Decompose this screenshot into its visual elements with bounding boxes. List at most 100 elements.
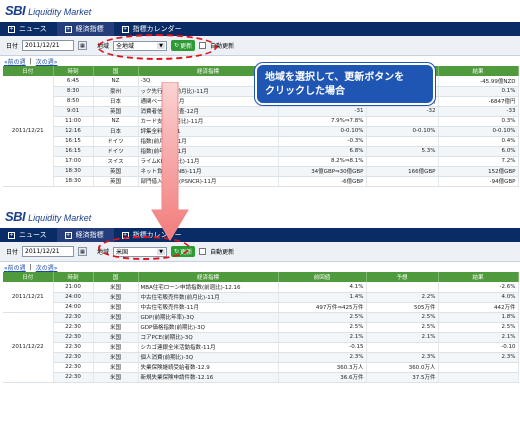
cell-result: 0.4% [438,136,519,147]
instruction-callout: 地域を選択して、更新ボタンを クリックした場合 [255,63,435,105]
calendar-icon[interactable]: ▦ [78,247,88,256]
cell-result: 0-0.10% [438,126,519,137]
next-week-link[interactable]: 次の週» [36,57,58,66]
tab-economic-indicators[interactable]: + 経済指標 [56,228,114,242]
cell-result: -2.6% [438,282,519,293]
cell-time: 8:50 [53,96,94,107]
cell-forecast: 2.1% [366,332,439,343]
screenshot-all-regions: SBI Liquidity Market + ニュース + 経済指標 + 指標カレンダ… [0,0,520,206]
cell-time: 24:00 [53,292,94,303]
cell-country: NZ [93,76,139,87]
table-row: 22:30 米国 コアPCE(前期比)-3Q 2.1% 2.1% 2.1% [3,332,519,343]
plus-icon: + [8,231,15,239]
cell-country: 米国 [93,282,139,293]
cell-result [438,372,519,383]
cell-time: 22:30 [53,332,94,343]
cell-country: 米国 [93,372,139,383]
table-row: 11:00NZカード支出(前月比)-11月7.9%⇒7.8%0.3% [3,116,519,127]
cell-forecast: 2.5% [366,312,439,323]
col-country: 国 [93,272,139,282]
table-row: 12:16 日本 評集全料-12-21 0-0.10% 0-0.10% 0-0.10% [3,126,519,137]
cell-previous: 2.1% [278,332,367,343]
tab-economic-indicators[interactable]: + 経済指標 [56,22,114,36]
cell-country: 英国 [93,106,139,117]
table-row: 2011/12/22 22:30 米国 GDP(前期比年率)-3Q 2.5% 2.5% 1.… [3,312,519,383]
indicator-table: 日付 時刻 国 経済指標 前回値 予想 結果 2011/12/21 21:00 米国… [3,272,519,383]
cell-country: 米国 [93,292,139,303]
plus-icon: + [64,231,72,239]
week-pager: «前の週 | 次の週» [4,263,58,272]
main-nav: + ニュース + 経済指標 + 指標カレンダー [0,22,520,36]
plus-icon: + [64,25,72,33]
cell-time: 21:00 [53,282,94,293]
cell-time: 22:30 [53,342,94,353]
calendar-icon[interactable]: ▦ [78,41,88,50]
cell-previous: 8.2%⇒8.1% [278,156,367,167]
auto-update-checkbox[interactable] [199,248,207,255]
cell-country: 英国 [93,166,139,177]
cell-time: 16:15 [53,136,94,147]
cell-country: 米国 [93,362,139,373]
table-row: 22:30 米国 失業保険継続受給者数-12.9 360.3万人 360.0万人 [3,362,519,373]
cell-indicator: MBA住宅ローン申請指数(前週比)-12.16 [138,282,279,293]
cell-previous: 7.9%⇒7.8% [278,116,367,127]
sbi-logo: SBI [5,209,26,224]
cell-previous: 4.1% [278,282,367,293]
table-row: 24:00 米国 中古住宅販売件数-11月 497万件⇒425万件 505万件 442万件 [3,302,519,313]
cell-country: 米国 [93,342,139,353]
cell-indicator: シカゴ連銀全米活動指数-11月 [138,342,279,353]
cell-time: 18:30 [53,176,94,187]
cell-result: -33 [438,106,519,117]
cell-country: 米国 [93,322,139,333]
table-row: 18:30英国ネット負債(PSNB)-11月34億GBP⇒30億GBP166億G… [3,166,519,177]
date-input[interactable]: 2011/12/21 [22,246,75,257]
brand-logo: SBI Liquidity Market [0,0,520,18]
cell-result: 2.5% [438,322,519,333]
auto-update-label: 自動更新 [210,249,235,256]
cell-forecast: -32 [366,106,439,117]
cell-country: 米国 [93,352,139,363]
cell-forecast: 166億GBP [366,166,439,177]
col-date: 日付 [3,272,54,282]
cell-forecast: 2.5% [366,322,439,333]
col-result: 結果 [438,272,519,282]
cell-indicator: コアPCE(前期比)-3Q [138,332,279,343]
table-row: 16:15ドイツ指数(前年比)-11月6.8%5.3%6.0% [3,146,519,157]
cell-result: -94億GBP [438,176,519,187]
prev-week-link[interactable]: «前の週 [4,263,26,272]
cell-forecast: 0-0.10% [366,126,439,137]
main-nav: + ニュース + 経済指標 + 指標カレンダー [0,228,520,242]
next-week-link[interactable]: 次の週» [36,263,58,272]
cell-result: 4.0% [438,292,519,303]
table-row: 22:30 米国 新規失業保険申請件数-12.16 36.6万件 37.5万件 [3,372,519,383]
prev-week-link[interactable]: «前の週 [4,57,26,66]
cell-country: 日本 [93,126,139,137]
cell-country: ドイツ [93,146,139,157]
tab-news[interactable]: + ニュース [0,228,57,242]
cell-previous: -0.15 [278,342,367,353]
cell-forecast [366,116,439,127]
cell-time: 17:00 [53,156,94,167]
cell-result: 1.8% [438,312,519,323]
cell-time: 22:30 [53,372,94,383]
cell-forecast [366,156,439,167]
cell-result: -45.99億NZD [438,76,519,87]
cell-indicator: 個人消費(前期比)-3Q [138,352,279,363]
cell-indicator: GDP(前期比年率)-3Q [138,312,279,323]
table-row: 16:15ドイツ指数(前月比)-11月-0.3%0.4% [3,136,519,147]
cell-result: -6847億円 [438,96,519,107]
cell-country: ドイツ [93,136,139,147]
cell-country: 米国 [93,312,139,323]
cell-previous: 2.3% [278,352,367,363]
tab-news[interactable]: + ニュース [0,22,57,36]
cell-time: 24:00 [53,302,94,313]
cell-country: 米国 [93,302,139,313]
cell-time: 6:45 [53,76,94,87]
brand-logo: SBI Liquidity Market [0,206,520,224]
cell-country: 英国 [93,176,139,187]
cell-country: スイス [93,156,139,167]
date-input[interactable]: 2011/12/21 [22,40,75,51]
col-indicator: 経済指標 [138,272,279,282]
cell-country: 日本 [93,96,139,107]
cell-result [438,362,519,373]
